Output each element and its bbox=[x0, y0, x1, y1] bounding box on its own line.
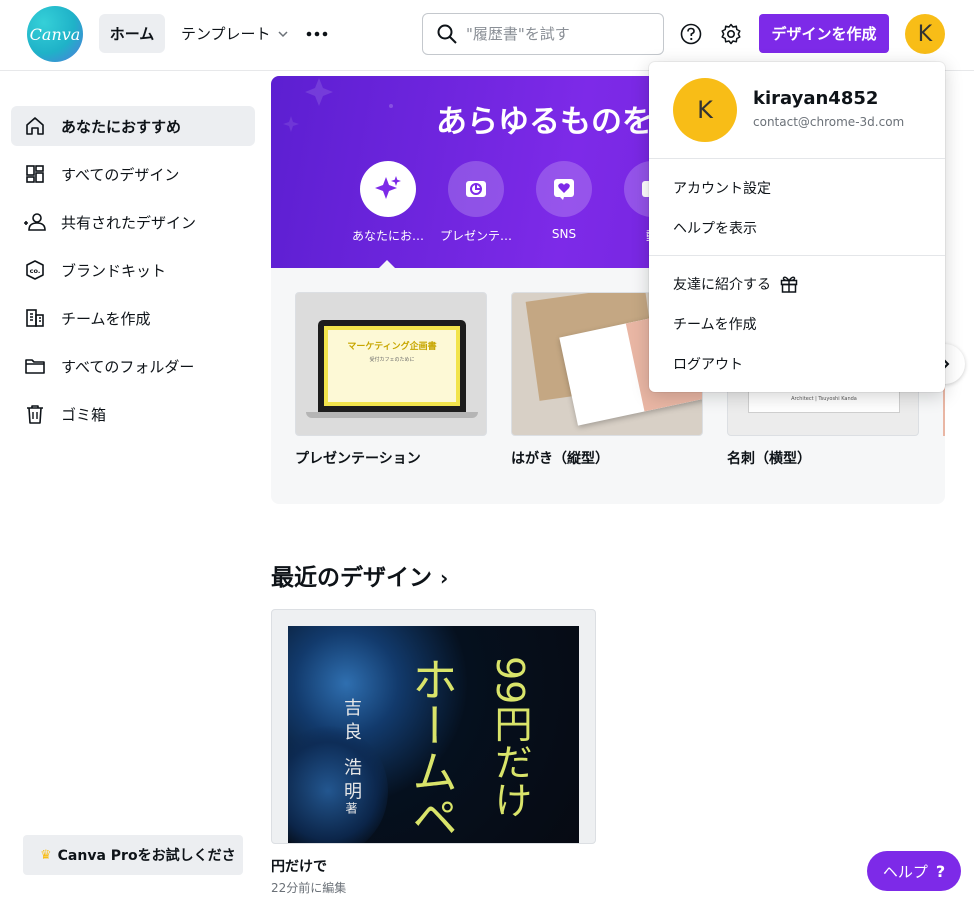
menu-divider bbox=[649, 158, 945, 159]
menu-item-refer-friend[interactable]: 友達に紹介する bbox=[673, 274, 799, 294]
menu-item-label: チームを作成 bbox=[673, 317, 757, 333]
cover-title: 99円だけ bbox=[488, 656, 532, 819]
menu-item-account-settings[interactable]: アカウント設定 bbox=[673, 178, 771, 198]
design-thumbnail: 99円だけ ホームペ 吉良 浩明 著 bbox=[288, 626, 579, 843]
design-edited-time: 22分前に編集 bbox=[271, 881, 347, 895]
search-input[interactable] bbox=[466, 25, 646, 43]
nav-templates[interactable]: テンプレート bbox=[181, 14, 289, 53]
category-sns[interactable]: SNS bbox=[524, 161, 604, 241]
category-label: あなたにお… bbox=[351, 229, 424, 243]
crown-icon: ♛ bbox=[40, 847, 52, 863]
template-label: はがき（縦型） bbox=[511, 451, 609, 467]
home-icon bbox=[23, 114, 47, 138]
template-label: プレゼンテーション bbox=[295, 451, 421, 467]
presentation-icon bbox=[466, 181, 486, 197]
trash-icon bbox=[23, 402, 47, 426]
folder-icon bbox=[23, 354, 47, 378]
menu-item-label: ログアウト bbox=[673, 357, 743, 373]
sidebar-item-trash[interactable]: ゴミ箱 bbox=[11, 394, 255, 434]
avatar: K bbox=[673, 78, 737, 142]
sparkle-icon bbox=[375, 176, 401, 199]
account-menu: K kirayan4852 contact@chrome-3d.com アカウン… bbox=[649, 62, 945, 392]
category-label: SNS bbox=[551, 227, 577, 241]
recent-designs-heading[interactable]: 最近のデザイン › bbox=[271, 558, 448, 592]
sidebar-item-create-team[interactable]: チームを作成 bbox=[11, 298, 255, 338]
hero-title: あらゆるものを bbox=[436, 104, 653, 140]
try-pro-button[interactable]: ♛ Canva Proをお試しくださ bbox=[23, 835, 243, 875]
help-circle-icon[interactable] bbox=[679, 22, 703, 46]
more-icon[interactable] bbox=[305, 22, 329, 46]
search-icon bbox=[437, 24, 457, 44]
sidebar-item-label: すべてのフォルダー bbox=[61, 357, 195, 376]
sidebar-item-label: すべてのデザイン bbox=[61, 165, 180, 184]
sidebar-item-brand-kit[interactable]: co. ブランドキット bbox=[11, 250, 255, 290]
menu-item-label: ヘルプを表示 bbox=[673, 221, 757, 237]
sidebar-item-folders[interactable]: すべてのフォルダー bbox=[11, 346, 255, 386]
template-thumbnail: マーケティング企画書 受付カフェのために bbox=[295, 292, 487, 436]
people-icon bbox=[23, 210, 47, 234]
bokeh-decoration bbox=[288, 726, 388, 843]
help-button[interactable]: ヘルプ ? bbox=[867, 851, 961, 891]
laptop-base bbox=[306, 412, 478, 418]
template-card-presentation[interactable]: マーケティング企画書 受付カフェのために プレゼンテーション bbox=[295, 292, 487, 468]
recent-title-text: 最近のデザイン bbox=[271, 565, 432, 591]
help-label: ヘルプ bbox=[882, 862, 928, 881]
sidebar-item-label: あなたにおすすめ bbox=[61, 117, 182, 136]
sidebar-item-label: 共有されたデザイン bbox=[61, 213, 197, 232]
category-presentation[interactable]: プレゼンテ… bbox=[436, 161, 516, 244]
username: kirayan4852 bbox=[753, 88, 879, 109]
category-label: プレゼンテ… bbox=[439, 229, 512, 243]
search-box[interactable] bbox=[422, 13, 664, 55]
menu-item-help[interactable]: ヘルプを表示 bbox=[673, 218, 757, 238]
gift-icon bbox=[780, 276, 798, 293]
sidebar-item-label: チームを作成 bbox=[61, 309, 151, 328]
laptop-screen: マーケティング企画書 受付カフェのために bbox=[318, 320, 466, 412]
thumb-subtitle: 受付カフェのために bbox=[369, 357, 415, 363]
grid-icon bbox=[23, 162, 47, 186]
brand-kit-icon: co. bbox=[23, 258, 47, 282]
active-indicator bbox=[378, 260, 396, 268]
nav-templates-label: テンプレート bbox=[181, 25, 271, 43]
cover-author-suffix: 著 bbox=[344, 802, 358, 814]
try-pro-label: Canva Proをお試しくださ bbox=[57, 848, 236, 864]
gear-icon[interactable] bbox=[719, 22, 743, 46]
menu-item-label: アカウント設定 bbox=[673, 181, 771, 197]
menu-divider bbox=[649, 255, 945, 256]
menu-item-logout[interactable]: ログアウト bbox=[673, 354, 743, 374]
chevron-right-icon: › bbox=[440, 566, 449, 590]
user-email: contact@chrome-3d.com bbox=[753, 115, 905, 129]
thumb-title: マーケティング企画書 bbox=[347, 342, 437, 352]
category-recommended[interactable]: あなたにお… bbox=[348, 161, 428, 244]
sidebar-item-recommended[interactable]: あなたにおすすめ bbox=[11, 106, 255, 146]
nav-home[interactable]: ホーム bbox=[99, 14, 165, 53]
create-design-button[interactable]: デザインを作成 bbox=[759, 14, 889, 53]
canva-logo[interactable]: Canva bbox=[27, 6, 83, 62]
sidebar: あなたにおすすめ すべてのデザイン 共有されたデザイン co. ブランドキット … bbox=[0, 70, 268, 904]
building-icon bbox=[23, 306, 47, 330]
sidebar-item-all-designs[interactable]: すべてのデザイン bbox=[11, 154, 255, 194]
sidebar-item-label: ブランドキット bbox=[61, 261, 167, 280]
template-label: 名刺（横型） bbox=[727, 451, 811, 467]
avatar[interactable]: K bbox=[905, 14, 945, 54]
svg-text:co.: co. bbox=[30, 267, 41, 275]
menu-item-create-team[interactable]: チームを作成 bbox=[673, 314, 757, 334]
logo-text: Canva bbox=[29, 24, 81, 44]
sidebar-item-label: ゴミ箱 bbox=[61, 405, 107, 424]
menu-item-label: 友達に紹介する bbox=[673, 277, 771, 293]
heart-icon bbox=[554, 179, 574, 200]
top-header: Canva ホーム テンプレート デザインを作成 K bbox=[0, 0, 974, 70]
design-name[interactable]: 円だけで bbox=[271, 856, 327, 876]
sidebar-item-shared[interactable]: 共有されたデザイン bbox=[11, 202, 255, 242]
chevron-down-icon bbox=[278, 30, 288, 37]
cover-subtitle: ホームペ bbox=[405, 656, 459, 840]
cover-author: 吉良 浩明 bbox=[341, 698, 362, 806]
recent-design-card[interactable]: 99円だけ ホームペ 吉良 浩明 著 bbox=[271, 609, 596, 844]
question-icon: ? bbox=[935, 861, 946, 881]
